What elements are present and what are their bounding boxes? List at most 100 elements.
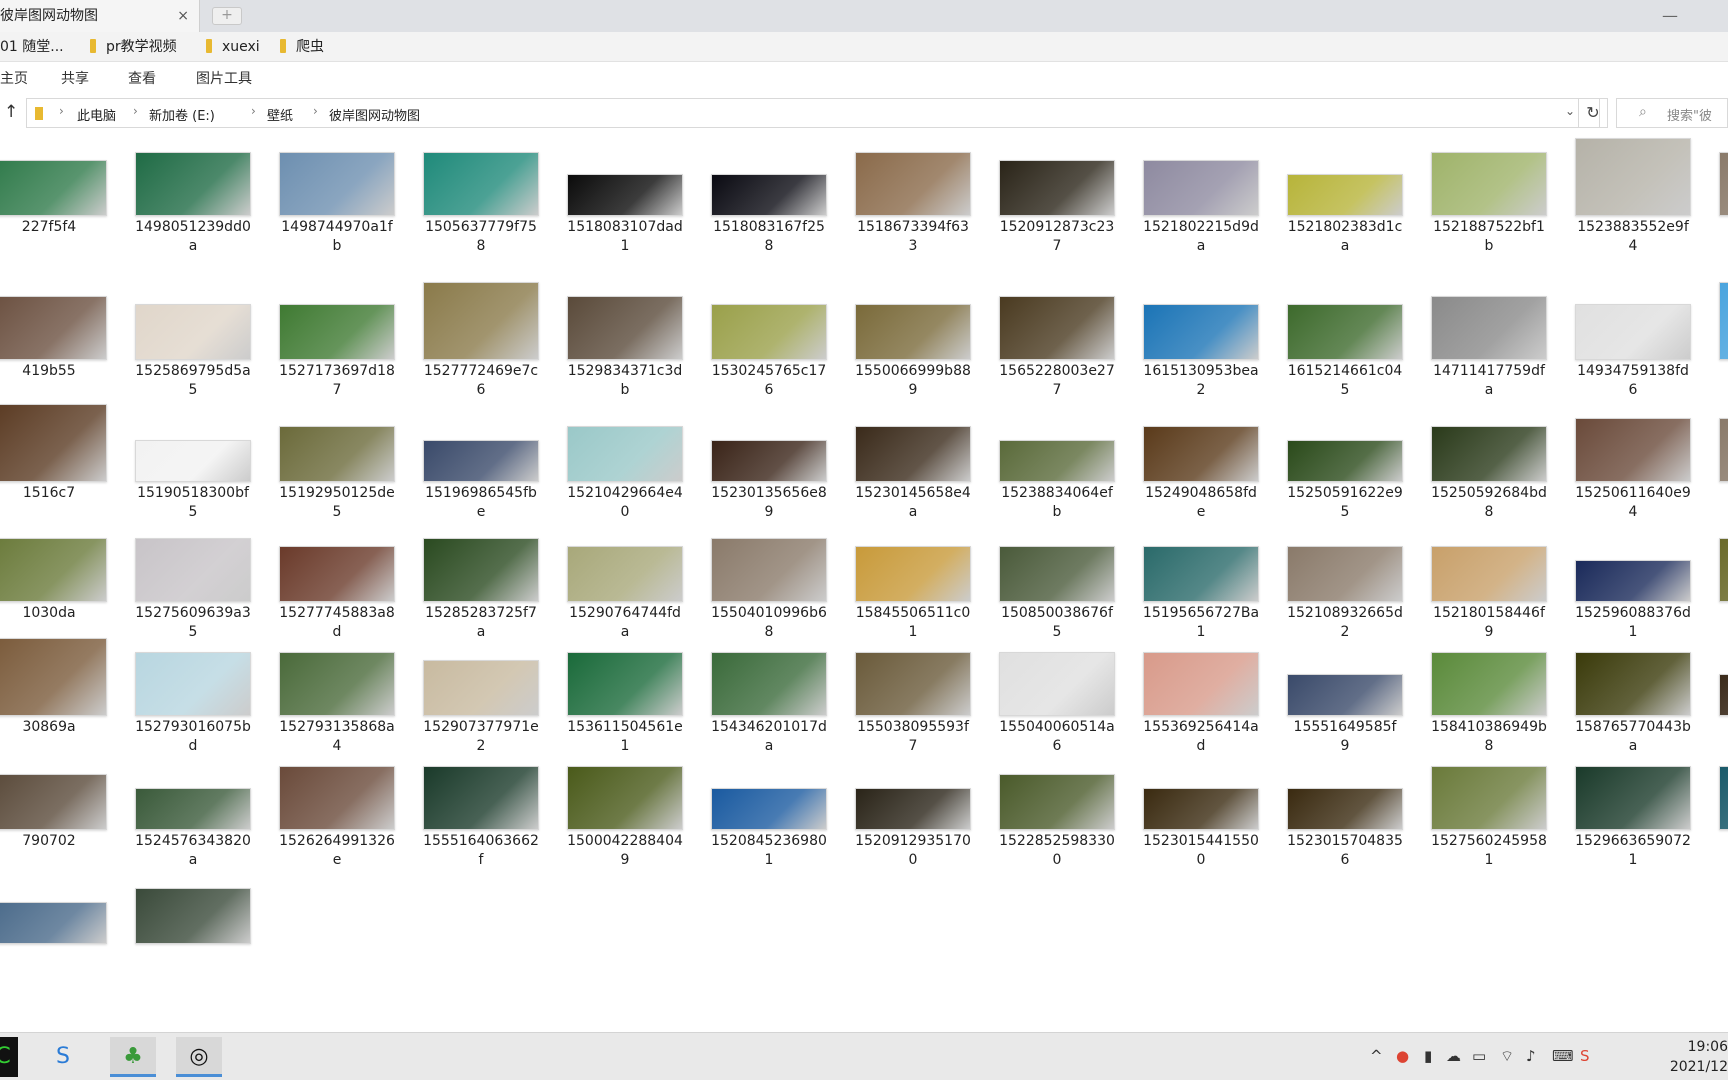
file-item[interactable]: 1498744970a1f b: [272, 136, 402, 256]
file-item[interactable]: 15250592684bd 8: [1424, 402, 1554, 522]
system-clock[interactable]: 19:06 2021/12: [1660, 1037, 1728, 1077]
file-item[interactable]: 1529663659072 1: [1568, 750, 1698, 870]
file-item[interactable]: 15504010996b6 8: [704, 522, 834, 642]
file-item[interactable]: 1530245765c17 6: [704, 280, 834, 400]
file-item[interactable]: 155040060514a 6: [992, 636, 1122, 756]
file-item[interactable]: 158410386949b 8: [1424, 636, 1554, 756]
file-item[interactable]: 227f5f4: [0, 136, 114, 256]
file-item[interactable]: 150850038676f 5: [992, 522, 1122, 642]
file-item[interactable]: 152793135868a 4: [272, 636, 402, 756]
file-item[interactable]: 14711417759df a: [1424, 280, 1554, 400]
file-item[interactable]: 153611504561e 1: [560, 636, 690, 756]
file-item[interactable]: 1523015704835 6: [1280, 750, 1410, 870]
file-item[interactable]: 1523015441550 0: [1136, 750, 1266, 870]
file-item[interactable]: 15230135656e8 9: [704, 402, 834, 522]
file-item[interactable]: 155369256414a d: [1136, 636, 1266, 756]
file-item[interactable]: 1522852598330 0: [992, 750, 1122, 870]
file-item[interactable]: 15262228a: [1712, 402, 1728, 522]
file-item[interactable]: 1498051239dd0 a: [128, 136, 258, 256]
cloud-icon[interactable]: ☁: [1446, 1047, 1461, 1065]
tab-close-icon[interactable]: ×: [177, 0, 189, 32]
file-item[interactable]: 1521802215d9d a: [1136, 136, 1266, 256]
file-item[interactable]: 1550066999b88 9: [848, 280, 978, 400]
file-item[interactable]: 15190518300bf 5: [128, 402, 258, 522]
file-item[interactable]: 1516c7: [0, 402, 114, 522]
clover-icon[interactable]: ♣: [110, 1037, 156, 1077]
file-item[interactable]: 1521802383d1c a: [1280, 136, 1410, 256]
refresh-button[interactable]: ↻: [1578, 98, 1608, 128]
file-item[interactable]: 419b55: [0, 280, 114, 400]
microphone-icon[interactable]: ▮: [1424, 1047, 1432, 1065]
file-item[interactable]: 155273894: [1712, 750, 1728, 870]
file-item[interactable]: 15285283725f7 a: [416, 522, 546, 642]
file-item[interactable]: 15250591622e9 5: [1280, 402, 1410, 522]
file-item[interactable]: 15277745883a8 d: [272, 522, 402, 642]
chevron-up-icon[interactable]: ^: [1370, 1047, 1383, 1065]
breadcrumb-wallpaper[interactable]: 壁纸: [267, 105, 293, 124]
file-item[interactable]: 1529834371c3d b: [560, 280, 690, 400]
file-item[interactable]: 152180158446f 9: [1424, 522, 1554, 642]
bookmark-item[interactable]: xuexi: [206, 36, 260, 58]
ribbon-tab-picture-tools[interactable]: 图片工具: [196, 68, 252, 88]
battery-icon[interactable]: ▭: [1472, 1047, 1486, 1065]
obs-icon[interactable]: ◎: [176, 1037, 222, 1077]
up-arrow-icon[interactable]: ↑: [4, 102, 18, 122]
file-item[interactable]: 15195656727Ba 1: [1136, 522, 1266, 642]
file-item[interactable]: 1521887522bf1 b: [1424, 136, 1554, 256]
file-item[interactable]: 1565228003e27 7: [992, 280, 1122, 400]
file-item[interactable]: 790702: [0, 750, 114, 870]
file-item[interactable]: 1518083167f25 8: [704, 136, 834, 256]
file-item[interactable]: 1500042288404 9: [560, 750, 690, 870]
file-item[interactable]: 1527560245958 1: [1424, 750, 1554, 870]
file-item[interactable]: 1526264991326 e: [272, 750, 402, 870]
wifi-icon[interactable]: ⌔: [1500, 1047, 1514, 1066]
new-tab-button[interactable]: +: [212, 7, 242, 25]
file-item[interactable]: 152596088376d 1: [1568, 522, 1698, 642]
file-item[interactable]: 1520912873c23 7: [992, 136, 1122, 256]
file-item[interactable]: 15275609639a3 5: [128, 522, 258, 642]
file-item[interactable]: 15196986545fb e: [416, 402, 546, 522]
file-item[interactable]: 1555164063662 f: [416, 750, 546, 870]
file-item[interactable]: 1523883552e9f 4: [1568, 136, 1698, 256]
breadcrumb-drive[interactable]: 新加卷 (E:): [149, 105, 215, 124]
bookmark-item[interactable]: pr教学视频: [90, 36, 177, 58]
chevron-down-icon[interactable]: ⌄: [1565, 104, 1575, 118]
file-item[interactable]: 152716701: [1712, 522, 1728, 642]
file-item[interactable]: 15238834064ef b: [992, 402, 1122, 522]
file-item[interactable]: 1527772469e7c 6: [416, 280, 546, 400]
ribbon-tab-view[interactable]: 查看: [128, 68, 156, 88]
minimize-button[interactable]: —: [1662, 6, 1678, 25]
bookmark-item[interactable]: 01 随堂...: [0, 36, 64, 58]
bookmark-item[interactable]: 爬虫: [280, 36, 324, 58]
file-item[interactable]: 1615214661c04 5: [1280, 280, 1410, 400]
file-item[interactable]: 1518673394f63 3: [848, 136, 978, 256]
file-item[interactable]: 14934759138fd 6: [1568, 280, 1698, 400]
file-item[interactable]: 160510802: [1712, 636, 1728, 756]
file-item[interactable]: 15845506511c0 1: [848, 522, 978, 642]
file-item[interactable]: 155038095593f 7: [848, 636, 978, 756]
file-item[interactable]: 152793016075b d: [128, 636, 258, 756]
terminal-icon[interactable]: C: [0, 1037, 18, 1077]
file-item[interactable]: [0, 864, 114, 984]
volume-icon[interactable]: ♪: [1526, 1047, 1536, 1065]
ribbon-tab-share[interactable]: 共享: [61, 68, 89, 88]
file-item[interactable]: 152907377971e 2: [416, 636, 546, 756]
file-item[interactable]: 1524576343820 a: [128, 750, 258, 870]
file-item[interactable]: 158765770443b a: [1568, 636, 1698, 756]
file-item[interactable]: 15249048658fd e: [1136, 402, 1266, 522]
browser-tab[interactable]: 彼岸图网动物图 ×: [0, 0, 200, 32]
breadcrumb-current-folder[interactable]: 彼岸图网动物图: [329, 105, 420, 124]
file-item[interactable]: 30869a: [0, 636, 114, 756]
file-item[interactable]: 15551649585f 9: [1280, 636, 1410, 756]
search-box[interactable]: ⌕ 搜索"彼: [1616, 98, 1728, 128]
file-item[interactable]: [128, 864, 258, 984]
address-bar[interactable]: › 此电脑 › 新加卷 (E:) › 壁纸 › 彼岸图网动物图 ⌄: [26, 98, 1600, 128]
file-item[interactable]: 152108932665d 2: [1280, 522, 1410, 642]
file-item[interactable]: 1520845236980 1: [704, 750, 834, 870]
file-item[interactable]: 15249145: [1712, 136, 1728, 256]
file-item[interactable]: 15210429664e4 0: [560, 402, 690, 522]
file-item[interactable]: 1030da: [0, 522, 114, 642]
file-item[interactable]: 1615130953bea 2: [1136, 280, 1266, 400]
sogou-tray-icon[interactable]: S: [1580, 1047, 1590, 1065]
file-item[interactable]: 1527173697d18 7: [272, 280, 402, 400]
